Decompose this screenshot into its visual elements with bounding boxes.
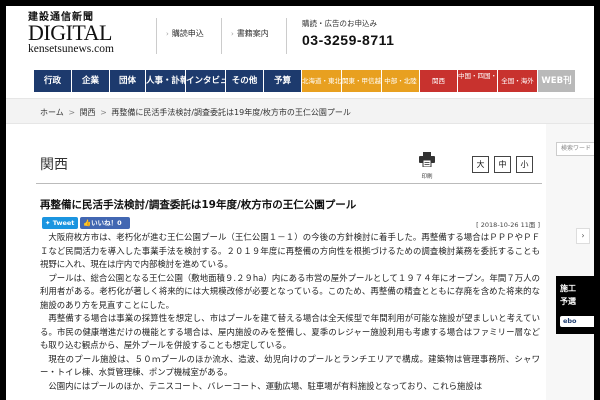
header-divider <box>286 18 287 54</box>
section-title: 関西 <box>40 157 68 173</box>
thumbs-up-icon: 👍 <box>83 219 92 227</box>
nav-interview[interactable]: インタビュー <box>186 70 225 92</box>
header-divider <box>221 18 222 54</box>
font-size-large-button[interactable]: 大 <box>472 156 489 173</box>
contact-phone[interactable]: 03-3259-8711 <box>302 32 492 48</box>
nav-chugoku-kyushu[interactable]: 中国・四国・九州 <box>458 70 497 92</box>
nav-sonota[interactable]: その他 <box>226 70 263 92</box>
article-paragraph: プールは、総合公園となる王仁公園（敷地面積９.２９ha）内にある市営の屋外プール… <box>40 272 540 310</box>
nav-jinji[interactable]: 人事・訃報 <box>146 70 185 92</box>
main-nav: 行政企業団体人事・訃報インタビューその他予算北海道・東北関東・甲信越中部・北陸関… <box>6 68 594 94</box>
logo-url: kensetsunews.com <box>28 43 114 55</box>
article-meta: [ 2018-10-26 11面 ] <box>476 221 540 229</box>
article-main: 関西 印刷 大 中 小 再整備に民活手法検討/調査委託は19年度/枚方市の王仁公… <box>30 124 542 400</box>
article-headline: 再整備に民活手法検討/調査委託は19年度/枚方市の王仁公園プール <box>40 199 357 211</box>
nav-web[interactable]: WEB刊 <box>538 70 575 92</box>
contact-block: 購読・広告のお申込み 03-3259-8711 <box>302 18 492 48</box>
chevron-right-icon[interactable]: › <box>576 228 590 244</box>
right-sidebar: 検索ワード › 施工 予選 ebo <box>546 124 594 400</box>
chevron-right-icon: › <box>231 30 234 38</box>
print-label: 印刷 <box>421 174 433 180</box>
nav-kansai[interactable]: 関西 <box>420 70 457 92</box>
site-header: 建設通信新聞 DIGITAL kensetsunews.com › 購読申込 › 書… <box>6 6 594 68</box>
logo-digital: DIGITAL <box>28 20 112 45</box>
search-input[interactable]: 検索ワード <box>556 142 594 156</box>
nav-kanto[interactable]: 関東・甲信越 <box>342 70 381 92</box>
like-label: いいね！0 <box>91 219 122 227</box>
breadcrumb: ホーム > 関西 > 再整備に民活手法検討/調査委託は19年度/枚方市の王仁公園… <box>6 98 594 124</box>
nav-hokkaido-tohoku[interactable]: 北海道・東北 <box>302 70 341 92</box>
twitter-icon: ✦ <box>45 219 53 227</box>
tweet-label: Tweet <box>52 219 75 227</box>
section-divider <box>36 183 542 184</box>
like-button[interactable]: 👍いいね！0 <box>80 217 130 229</box>
printer-icon <box>419 152 435 168</box>
subscribe-link[interactable]: › 購読申込 <box>166 28 204 39</box>
ad-line-2: 予選 <box>560 297 576 306</box>
article-body: 大阪府枚方市は、老朽化が進む王仁公園プール（王仁公園１－１）の今後の方針検討に着… <box>40 231 540 393</box>
header-divider <box>156 18 157 54</box>
article-paragraph: 現在のプール施設は、５０ｍプールのほか流水、造波、幼児向けのプールとランチエリア… <box>40 353 540 378</box>
tweet-button[interactable]: ✦ Tweet <box>42 217 78 229</box>
breadcrumb-home[interactable]: ホーム <box>40 108 64 117</box>
books-link-label: 書籍案内 <box>236 29 269 38</box>
contact-label: 購読・広告のお申込み <box>302 19 377 28</box>
site-logo[interactable]: 建設通信新聞 DIGITAL kensetsunews.com <box>28 12 146 62</box>
chevron-right-icon: › <box>166 30 169 38</box>
breadcrumb-kansai[interactable]: 関西 <box>80 108 96 117</box>
sidebar-ad[interactable]: 施工 予選 ebo <box>556 276 594 334</box>
nav-zenkoku[interactable]: 全国・海外 <box>498 70 537 92</box>
nav-dantai[interactable]: 団体 <box>110 70 145 92</box>
page-frame: 建設通信新聞 DIGITAL kensetsunews.com › 購読申込 › 書… <box>6 6 594 400</box>
breadcrumb-separator: > <box>68 108 76 117</box>
print-button[interactable]: 印刷 <box>416 152 438 180</box>
ad-button[interactable]: ebo <box>560 316 594 327</box>
breadcrumb-separator: > <box>100 108 107 117</box>
books-link[interactable]: › 書籍案内 <box>231 28 269 39</box>
font-size-medium-button[interactable]: 中 <box>494 156 511 173</box>
article-paragraph: 公園内にはプールのほか、テニスコート、バレーコート、運動広場、駐車場が有料施設と… <box>48 380 483 391</box>
nav-yosan[interactable]: 予算 <box>264 70 301 92</box>
ad-line-1: 施工 <box>560 284 576 293</box>
article-paragraph: 再整備する場合は事業の採算性を想定し、市はプールを建て替える場合は全天候型で年間… <box>40 313 540 350</box>
nav-kigyo[interactable]: 企業 <box>72 70 109 92</box>
subscribe-link-label: 購読申込 <box>171 29 204 38</box>
font-size-small-button[interactable]: 小 <box>516 156 533 173</box>
nav-chubu[interactable]: 中部・北陸 <box>382 70 419 92</box>
article-paragraph: 大阪府枚方市は、老朽化が進む王仁公園プール（王仁公園１－１）の今後の方針検討に着… <box>40 232 540 269</box>
breadcrumb-current: 再整備に民活手法検討/調査委託は19年度/枚方市の王仁公園プール <box>111 108 351 117</box>
nav-gyosei[interactable]: 行政 <box>34 70 71 92</box>
